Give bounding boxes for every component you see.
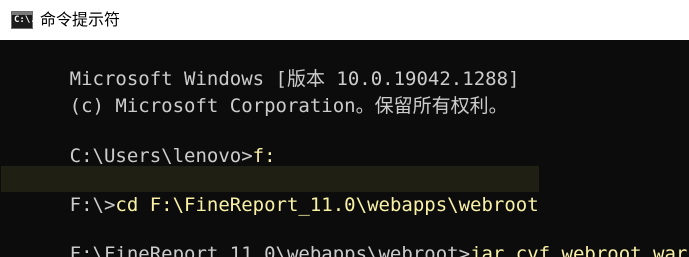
console-line-copyright: (c) Microsoft Corporation。保留所有权利。 (1, 67, 508, 117)
console-line-command: C:\Users\lenovo>f: (1, 117, 276, 167)
prompt: C:\Users\lenovo> (69, 145, 253, 167)
console-line-command: F:\FineReport_11.0\webapps\webroot>jar c… (1, 215, 689, 257)
console-line-command: F:\>cd F:\FineReport_11.0\webapps\webroo… (1, 166, 539, 216)
command-text: f: (252, 145, 276, 167)
icon-glyph: C:\. (14, 15, 36, 25)
cmd-console-icon[interactable]: C:\. (11, 11, 36, 29)
prompt: F:\FineReport_11.0\webapps\webroot> (69, 243, 471, 257)
command-text: jar cvf webroot.war * (470, 243, 689, 257)
console-line-version: Microsoft Windows [版本 10.0.19042.1288] (1, 40, 520, 90)
title-bar[interactable]: C:\. 命令提示符 (0, 0, 689, 40)
copyright-text: (c) Microsoft Corporation。保留所有权利。 (69, 95, 508, 117)
window-title: 命令提示符 (40, 10, 121, 29)
console-output[interactable]: Microsoft Windows [版本 10.0.19042.1288] (… (0, 40, 689, 257)
command-text: cd F:\FineReport_11.0\webapps\webroot (115, 194, 539, 216)
cmd-window: C:\. 命令提示符 Microsoft Windows [版本 10.0.19… (0, 0, 689, 257)
prompt: F:\> (69, 194, 116, 216)
